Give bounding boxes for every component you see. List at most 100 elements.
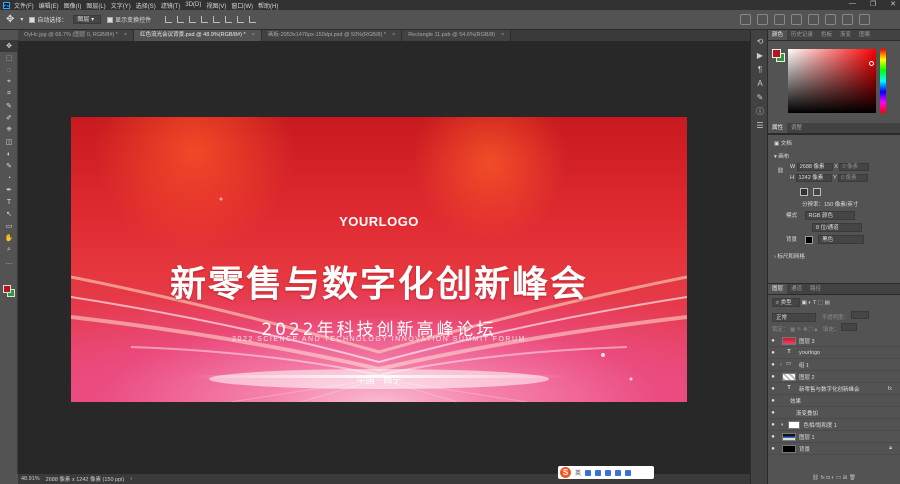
menu-type[interactable]: 文字(Y) xyxy=(111,1,131,10)
align-right-icon[interactable] xyxy=(189,16,197,23)
tab-document-1[interactable]: OyHc.jpg @ 66.7% (图层 0, RGB/8#) * × xyxy=(18,30,135,41)
visibility-eye-icon[interactable]: ● xyxy=(768,422,778,428)
workspace-icon[interactable] xyxy=(842,14,853,25)
ime-toolbox-icon[interactable] xyxy=(625,469,632,476)
actions-panel-icon[interactable]: ▶ xyxy=(751,48,769,62)
foreground-color-swatch[interactable] xyxy=(3,285,11,293)
menu-image[interactable]: 图像(I) xyxy=(64,1,82,10)
visibility-eye-icon[interactable]: ● xyxy=(768,398,778,404)
zoom-level[interactable]: 48.91% xyxy=(21,476,40,482)
tab-document-3[interactable]: 画板-2953x1476px-150dpi.psd @ 50%(RGB/8) *… xyxy=(261,30,403,41)
move-tool-preset-chevron-icon[interactable]: ▾ xyxy=(20,16,23,23)
visibility-eye-icon[interactable]: ● xyxy=(768,434,778,440)
auto-select-checkbox[interactable]: 自动选择： xyxy=(29,15,67,24)
layer-row[interactable]: ● T yourlogo xyxy=(768,347,900,359)
layer-effects-row[interactable]: ● 效果 xyxy=(768,395,900,407)
landscape-orientation-icon[interactable] xyxy=(812,188,821,196)
y-field[interactable]: 0 像素 xyxy=(838,174,869,182)
ime-keyboard-icon[interactable] xyxy=(605,469,612,476)
color-panel-foreground-swatch[interactable] xyxy=(772,49,781,58)
layer-effect-item-row[interactable]: ● 渐变叠加 xyxy=(768,407,900,419)
ime-language-toggle[interactable]: 英 xyxy=(575,468,581,477)
tab-patterns[interactable]: 图案 xyxy=(855,30,874,40)
new-group-icon[interactable]: ▭ xyxy=(836,475,843,481)
menu-filter[interactable]: 滤镜(T) xyxy=(161,1,181,10)
tab-document-2[interactable]: 红色流光会议背景.psd @ 48.9%(RGB/8#) * × xyxy=(134,30,262,41)
libraries-panel-icon[interactable]: ☰ xyxy=(751,118,769,132)
blend-mode-select[interactable]: 正常 xyxy=(772,313,816,322)
paragraph-panel-icon[interactable]: ¶ xyxy=(751,62,769,76)
width-field[interactable]: 2688 像素 xyxy=(796,163,833,171)
canvas-section-header[interactable]: ▾ 画布 xyxy=(774,152,789,160)
menu-view[interactable]: 视图(V) xyxy=(206,1,226,10)
distribute-icon[interactable] xyxy=(237,16,245,23)
collapse-chevron-icon[interactable]: ▾ xyxy=(774,154,777,160)
character-panel-icon[interactable]: A xyxy=(751,76,769,90)
eyedropper-tool-icon[interactable]: ✎ xyxy=(0,100,18,112)
menu-help[interactable]: 帮助(H) xyxy=(258,1,278,10)
ime-skin-icon[interactable] xyxy=(615,469,622,476)
layer-filter-select[interactable]: ⌕ 类型 xyxy=(772,298,800,307)
ime-punctuation-icon[interactable] xyxy=(585,469,592,476)
brush-settings-panel-icon[interactable]: ✎ xyxy=(751,90,769,104)
layer-row[interactable]: ● 图层 3 xyxy=(768,335,900,347)
close-tab-icon[interactable]: × xyxy=(501,32,504,38)
crop-tool-icon[interactable]: ⌗ xyxy=(0,88,18,100)
align-bottom-icon[interactable] xyxy=(225,16,233,23)
3d-pan-icon[interactable] xyxy=(774,14,785,25)
visibility-eye-icon[interactable]: ● xyxy=(768,386,778,392)
document-canvas[interactable]: YOURLOGO 新零售与数字化创新峰会 2022年科技创新高峰论坛 2022 … xyxy=(71,117,687,402)
history-panel-icon[interactable]: ⟲ xyxy=(751,34,769,48)
search-icon[interactable] xyxy=(825,14,836,25)
color-saturation-field[interactable] xyxy=(788,49,876,113)
close-tab-icon[interactable]: × xyxy=(392,32,395,38)
menu-select[interactable]: 选择(S) xyxy=(136,1,156,10)
menu-window[interactable]: 窗口(W) xyxy=(231,1,253,10)
healing-brush-tool-icon[interactable]: ✐ xyxy=(0,112,18,124)
background-color-box[interactable] xyxy=(804,235,813,244)
lock-icons[interactable]: ▦ ✎ ✥ ⛶ 🔒︎ xyxy=(790,327,817,333)
move-tool-icon[interactable]: ✥ xyxy=(0,40,18,52)
visibility-eye-icon[interactable]: ● xyxy=(768,410,778,416)
document-workspace[interactable]: YOURLOGO 新零售与数字化创新峰会 2022年科技创新高峰论坛 2022 … xyxy=(18,41,750,474)
align-middle-icon[interactable] xyxy=(213,16,221,23)
clone-stamp-tool-icon[interactable]: ◫ xyxy=(0,136,18,148)
menu-edit[interactable]: 编辑(E) xyxy=(39,1,59,10)
brush-tool-icon[interactable]: ⎈ xyxy=(0,124,18,136)
auto-select-dropdown[interactable]: 图层 ▾ xyxy=(73,15,102,24)
info-panel-icon[interactable]: ⓘ xyxy=(751,104,769,118)
layer-row[interactable]: ● ◐ 色相/饱和度 1 xyxy=(768,419,900,431)
status-chevron-icon[interactable]: › xyxy=(130,476,132,482)
layer-row[interactable]: ● 背景 🔒︎ xyxy=(768,443,900,455)
visibility-eye-icon[interactable]: ● xyxy=(768,446,778,452)
expand-group-chevron-icon[interactable]: › xyxy=(780,362,782,368)
layer-row[interactable]: ● T 新零售与数字化创新峰会 fx xyxy=(768,383,900,395)
link-layers-icon[interactable]: ⛓ xyxy=(812,475,821,481)
restore-icon[interactable]: ❐ xyxy=(870,0,876,8)
tab-layers[interactable]: 图层 xyxy=(768,284,788,294)
delete-layer-icon[interactable]: 🗑︎ xyxy=(849,475,856,481)
3d-orbit-icon[interactable] xyxy=(740,14,751,25)
color-picker-handle[interactable] xyxy=(869,61,874,66)
tab-gradients[interactable]: 渐变 xyxy=(836,30,855,40)
visibility-eye-icon[interactable]: ● xyxy=(768,338,778,344)
lasso-tool-icon[interactable]: ◌ xyxy=(0,64,18,76)
height-field[interactable]: 1242 像素 xyxy=(795,174,832,182)
fill-field[interactable] xyxy=(840,323,857,331)
edit-toolbar-icon[interactable]: … xyxy=(0,256,18,268)
eraser-tool-icon[interactable]: ✎ xyxy=(0,160,18,172)
layer-effects-icon[interactable]: fx xyxy=(888,386,892,392)
layer-row[interactable]: ● 图层 2 xyxy=(768,371,900,383)
visibility-eye-icon[interactable]: ● xyxy=(768,362,778,368)
share-icon[interactable] xyxy=(859,14,870,25)
history-brush-tool-icon[interactable]: ◐ xyxy=(0,148,18,160)
layer-row[interactable]: ● › ▭ 组 1 xyxy=(768,359,900,371)
hand-tool-icon[interactable]: ✋ xyxy=(0,232,18,244)
tab-properties[interactable]: 属性 xyxy=(768,123,788,133)
menu-layer[interactable]: 图层(L) xyxy=(86,1,105,10)
expand-chevron-icon[interactable]: › xyxy=(774,254,776,260)
visibility-eye-icon[interactable]: ● xyxy=(768,374,778,380)
3d-scale-icon[interactable] xyxy=(808,14,819,25)
align-left-icon[interactable] xyxy=(165,16,173,23)
more-align-icon[interactable] xyxy=(249,16,257,23)
